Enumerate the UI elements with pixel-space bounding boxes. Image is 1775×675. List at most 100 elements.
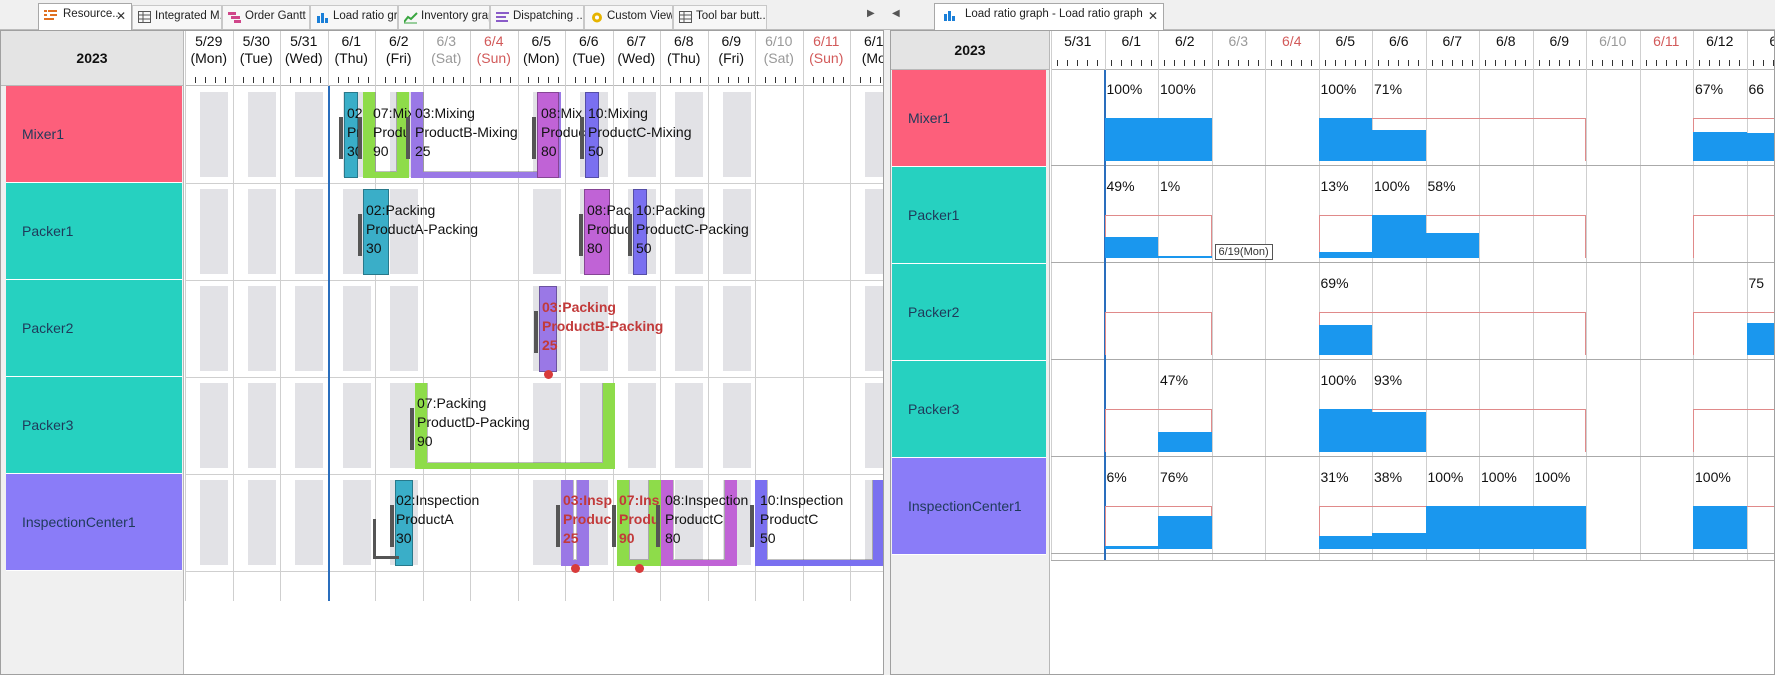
timescale-tick xyxy=(1324,60,1326,66)
date-header-cell: 6/9 (Fri) xyxy=(708,33,756,67)
tab-scroll-right-icon[interactable]: ▶ xyxy=(867,8,875,19)
load-ratio-bar[interactable] xyxy=(1158,432,1212,452)
tab-load-ratio-gr[interactable]: Load ratio gr... xyxy=(310,5,398,29)
load-ratio-bar[interactable] xyxy=(1746,323,1774,355)
dispatch-icon xyxy=(496,11,510,24)
date-header-cell: 6/1 (Thu) xyxy=(328,33,376,67)
setup-time-mark xyxy=(358,117,362,159)
operation-label: 03:Packing ProductB-Packing 25 xyxy=(542,298,663,355)
date-header-cell: 6/7 xyxy=(1442,33,1462,49)
timescale-tick xyxy=(642,77,644,83)
load-ratio-bar[interactable] xyxy=(1425,506,1479,549)
load-graph-area[interactable]: 100% 100% 100% 71% 67% 66 49% 1% 13% 100% 58% 69% 75… xyxy=(1051,70,1774,585)
tab-inventory-graph[interactable]: Inventory graph xyxy=(398,5,490,29)
timescale-tick xyxy=(272,77,274,83)
date-header-cell: 6/3 xyxy=(1228,33,1248,49)
timescale-tick xyxy=(1077,60,1078,66)
resource-row-header[interactable]: Mixer1 xyxy=(892,70,1046,167)
load-ratio-bar[interactable] xyxy=(1104,237,1158,258)
setup-time-mark xyxy=(358,214,362,256)
load-ratio-bar[interactable] xyxy=(1425,233,1479,258)
load-ratio-bar[interactable] xyxy=(1318,252,1372,258)
operation-bar[interactable] xyxy=(363,172,409,178)
operation-bar[interactable] xyxy=(415,463,615,469)
load-ratio-bar[interactable] xyxy=(1372,533,1426,549)
load-ratio-bar[interactable] xyxy=(1693,132,1747,161)
operation-label: 03:Insp Produc 25 xyxy=(563,491,612,548)
resource-row-header[interactable]: Packer1 xyxy=(6,183,182,280)
timescale-tick xyxy=(775,77,776,83)
timescale-tick xyxy=(1364,60,1366,66)
tab-load-ratio-graph[interactable]: Load ratio graph - Load ratio graph ✕ xyxy=(934,3,1164,30)
load-ratio-bar[interactable] xyxy=(1372,130,1426,161)
resource-gantt-panel: 2023 5/29 (Mon) 5/30 (Tue) 5/31 (Wed) 6/1 (Thu)… xyxy=(0,30,884,675)
operation-bar[interactable] xyxy=(661,560,737,566)
operation-bar[interactable] xyxy=(755,560,883,566)
load-ratio-bar[interactable] xyxy=(1746,133,1774,161)
load-ratio-bar[interactable] xyxy=(1158,256,1212,258)
grid-line xyxy=(565,31,566,86)
close-icon[interactable]: ✕ xyxy=(1148,9,1158,23)
load-ratio-bar[interactable] xyxy=(1158,516,1212,549)
operation-label-line: 50 xyxy=(636,240,652,256)
date-header-cell: 6/8 (Thu) xyxy=(660,33,708,67)
grid-line xyxy=(280,31,281,86)
timescale-tick xyxy=(652,77,654,83)
tab-resource[interactable]: Resource... ✕ xyxy=(38,3,132,30)
load-ratio-bar[interactable] xyxy=(1318,536,1372,549)
load-ratio-bar[interactable] xyxy=(1318,118,1372,161)
load-ratio-bar[interactable] xyxy=(1693,506,1747,549)
row-separator xyxy=(1051,359,1774,360)
timescale-tick xyxy=(527,77,529,83)
date-header-cell: 6/7 (Wed) xyxy=(613,33,661,67)
load-ratio-bar[interactable] xyxy=(1104,546,1158,549)
operation-label-line: 10:Packing xyxy=(636,202,706,218)
resource-row-header[interactable]: InspectionCenter1 xyxy=(6,474,182,571)
load-ratio-bar[interactable] xyxy=(1318,409,1372,452)
operation-bar[interactable] xyxy=(873,480,883,566)
resource-row-header[interactable]: InspectionCenter1 xyxy=(892,458,1046,555)
resource-row-header[interactable]: Packer2 xyxy=(6,280,182,377)
load-ratio-bar[interactable] xyxy=(1532,506,1586,549)
timescale-tick xyxy=(1538,60,1540,66)
tab-order-gantt[interactable]: Order Gantt ... xyxy=(222,5,310,29)
close-icon[interactable]: ✕ xyxy=(116,9,126,23)
load-ratio-bar[interactable] xyxy=(1104,118,1158,161)
row-separator xyxy=(185,183,883,184)
weekday-label: (Sun) xyxy=(476,50,511,66)
date-label: 6/2 xyxy=(389,33,409,49)
timescale-tick xyxy=(1665,60,1667,66)
tab-scroll-left-icon[interactable]: ◀ xyxy=(892,8,900,19)
gantt-chart-area[interactable]: 02: Pr 30 07:Mix Product 90 03:Mixing ProductB-… xyxy=(185,86,883,601)
load-ratio-bar[interactable] xyxy=(1158,118,1212,161)
operation-label-line: 07:Ins xyxy=(619,492,660,508)
operation-label-line: Produc xyxy=(587,221,632,237)
tab-integrated-m[interactable]: Integrated M... xyxy=(132,5,222,29)
timescale-tick xyxy=(832,77,834,83)
load-ratio-value: 100% xyxy=(1320,372,1357,388)
late-warning-dot xyxy=(571,564,580,573)
operation-label-line: 08:Inspection xyxy=(665,492,749,508)
load-ratio-bar[interactable] xyxy=(1372,412,1426,452)
tab-custom-view[interactable]: Custom View... xyxy=(584,5,673,29)
resource-row-header[interactable]: Packer1 xyxy=(892,167,1046,264)
resource-row-header[interactable]: Packer2 xyxy=(892,264,1046,361)
tab-tool-bar-butt[interactable]: Tool bar butt... xyxy=(673,5,767,29)
timescale-tick xyxy=(1237,60,1239,66)
non-working-shade xyxy=(200,189,228,274)
load-ratio-bar[interactable] xyxy=(1372,215,1426,258)
timescale-tick xyxy=(680,77,681,83)
resource-row-header[interactable]: Packer3 xyxy=(892,361,1046,458)
operation-label-line: 10:Inspection xyxy=(760,492,844,508)
timescale-tick xyxy=(1120,60,1122,66)
resource-row-header[interactable]: Mixer1 xyxy=(6,86,182,183)
timescale-tick xyxy=(1067,60,1068,66)
timescale-tick xyxy=(727,77,729,83)
operation-bar[interactable] xyxy=(603,383,615,469)
tab-label: Integrated M... xyxy=(155,10,222,22)
load-ratio-bar[interactable] xyxy=(1318,325,1372,355)
tab-dispatching[interactable]: Dispatching ... xyxy=(490,5,584,29)
tab-label: Resource... xyxy=(63,8,122,20)
resource-row-header[interactable]: Packer3 xyxy=(6,377,182,474)
load-ratio-bar[interactable] xyxy=(1479,506,1533,549)
